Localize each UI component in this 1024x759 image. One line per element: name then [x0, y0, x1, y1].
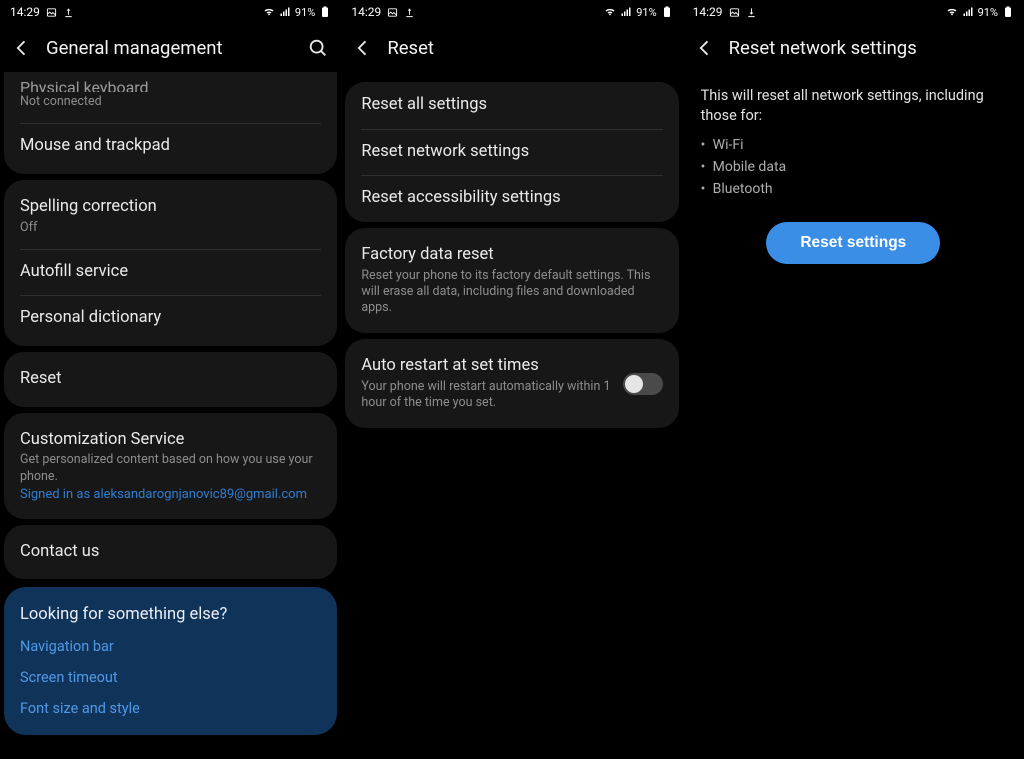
image-icon — [46, 7, 57, 18]
bullet-mobile-data: Mobile data — [713, 157, 1006, 179]
toggle-knob — [625, 375, 643, 393]
row-title: Reset network settings — [361, 142, 662, 163]
row-title: Personal dictionary — [20, 308, 321, 329]
row-reset[interactable]: Reset — [4, 356, 337, 403]
bullet-wifi: Wi-Fi — [713, 135, 1006, 157]
auto-restart-toggle[interactable] — [623, 373, 663, 395]
card-reset: Reset — [4, 352, 337, 407]
row-reset-all-settings[interactable]: Reset all settings — [345, 82, 678, 129]
row-signed-in: Signed in as aleksandarognjanovic89@gmai… — [20, 487, 321, 502]
card-looking-for-else: Looking for something else? Navigation b… — [4, 587, 337, 735]
battery-icon — [1002, 6, 1014, 18]
image-icon — [729, 7, 740, 18]
row-sub: Not connected — [20, 94, 321, 110]
link-navigation-bar[interactable]: Navigation bar — [20, 638, 321, 655]
row-physical-keyboard[interactable]: Physical keyboard Not connected — [4, 76, 337, 123]
wifi-dual-icon — [604, 6, 616, 18]
status-battery-pct: 91% — [295, 6, 315, 19]
row-title: Reset — [20, 369, 321, 390]
screen-reset: 14:29 91% Reset Reset all settings Re — [341, 0, 682, 759]
card-input-devices: Physical keyboard Not connected Mouse an… — [4, 72, 337, 174]
status-bar: 14:29 91% — [0, 0, 341, 24]
status-bar: 14:29 91% — [341, 0, 682, 24]
bullet-list: Wi-Fi Mobile data Bluetooth — [683, 129, 1024, 200]
card-text-input: Spelling correction Off Autofill service… — [4, 180, 337, 346]
page-title: Reset network settings — [729, 37, 1012, 59]
row-title: Mouse and trackpad — [20, 136, 321, 157]
download-icon — [746, 7, 757, 18]
upload-icon — [63, 7, 74, 18]
reset-settings-button[interactable]: Reset settings — [766, 222, 940, 264]
row-autofill-service[interactable]: Autofill service — [4, 249, 337, 296]
row-title: Auto restart at set times — [361, 356, 612, 377]
signal-icon — [620, 6, 632, 18]
status-time: 14:29 — [10, 5, 40, 19]
signal-icon — [962, 6, 974, 18]
status-time: 14:29 — [351, 5, 381, 19]
header: Reset — [341, 24, 682, 72]
row-auto-restart[interactable]: Auto restart at set times Your phone wil… — [345, 343, 678, 424]
intro-text: This will reset all network settings, in… — [683, 72, 1024, 129]
screen-reset-network: 14:29 91% Reset network settings This wi… — [683, 0, 1024, 759]
battery-icon — [319, 6, 331, 18]
row-factory-data-reset[interactable]: Factory data reset Reset your phone to i… — [345, 232, 678, 329]
row-title: Autofill service — [20, 262, 321, 283]
row-reset-accessibility-settings[interactable]: Reset accessibility settings — [345, 175, 678, 222]
card-auto-restart: Auto restart at set times Your phone wil… — [345, 339, 678, 428]
status-battery-pct: 91% — [978, 6, 998, 19]
row-sub: Your phone will restart automatically wi… — [361, 379, 612, 412]
card-reset-options: Reset all settings Reset network setting… — [345, 82, 678, 222]
row-title: Physical keyboard — [20, 80, 321, 92]
lfse-heading: Looking for something else? — [20, 605, 321, 624]
row-contact-us[interactable]: Contact us — [4, 529, 337, 576]
status-bar: 14:29 91% — [683, 0, 1024, 24]
row-reset-network-settings[interactable]: Reset network settings — [345, 129, 678, 176]
row-sub: Get personalized content based on how yo… — [20, 452, 321, 485]
page-title: Reset — [387, 37, 670, 59]
status-time: 14:29 — [693, 5, 723, 19]
row-mouse-trackpad[interactable]: Mouse and trackpad — [4, 123, 337, 170]
link-screen-timeout[interactable]: Screen timeout — [20, 669, 321, 686]
back-icon[interactable] — [695, 38, 715, 58]
row-sub: Reset your phone to its factory default … — [361, 268, 662, 317]
row-customization-service[interactable]: Customization Service Get personalized c… — [4, 417, 337, 515]
row-title: Spelling correction — [20, 197, 321, 218]
row-title: Reset accessibility settings — [361, 188, 662, 209]
card-contact: Contact us — [4, 525, 337, 580]
row-title: Customization Service — [20, 430, 321, 451]
upload-icon — [404, 7, 415, 18]
signal-icon — [279, 6, 291, 18]
row-sub: Off — [20, 220, 321, 236]
wifi-dual-icon — [263, 6, 275, 18]
image-icon — [387, 7, 398, 18]
card-factory-reset: Factory data reset Reset your phone to i… — [345, 228, 678, 333]
card-customization: Customization Service Get personalized c… — [4, 413, 337, 519]
row-spelling-correction[interactable]: Spelling correction Off — [4, 184, 337, 249]
row-title: Factory data reset — [361, 245, 662, 266]
back-icon[interactable] — [12, 38, 32, 58]
bullet-bluetooth: Bluetooth — [713, 179, 1006, 201]
page-title: General management — [46, 37, 293, 59]
status-battery-pct: 91% — [636, 6, 656, 19]
back-icon[interactable] — [353, 38, 373, 58]
search-icon[interactable] — [307, 37, 329, 59]
header: General management — [0, 24, 341, 72]
screen-general-management: 14:29 91% General management Physical ke… — [0, 0, 341, 759]
battery-icon — [661, 6, 673, 18]
row-title: Contact us — [20, 542, 321, 563]
link-font-size-style[interactable]: Font size and style — [20, 700, 321, 717]
row-personal-dictionary[interactable]: Personal dictionary — [4, 295, 337, 342]
wifi-dual-icon — [946, 6, 958, 18]
row-title: Reset all settings — [361, 95, 662, 116]
header: Reset network settings — [683, 24, 1024, 72]
